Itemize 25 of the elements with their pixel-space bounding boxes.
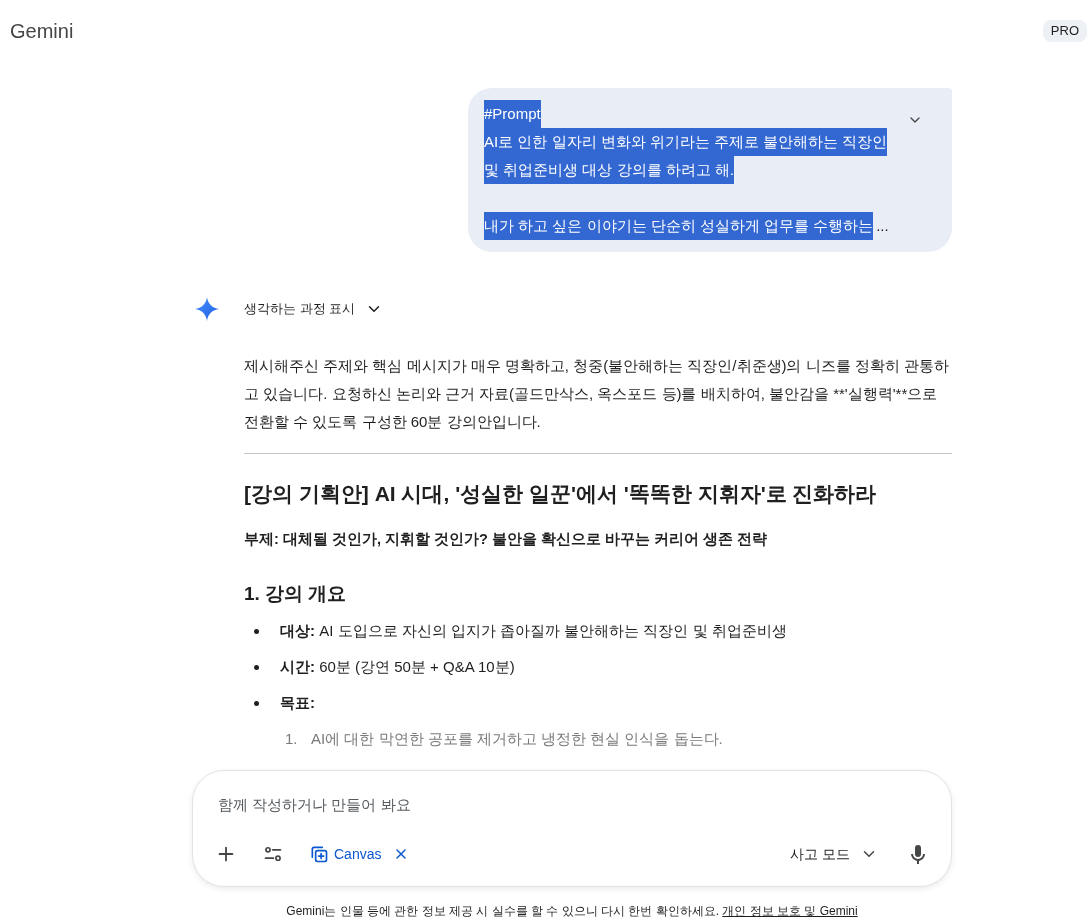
- prompt-input[interactable]: 함께 작성하거나 만들어 봐요: [218, 792, 926, 816]
- bullet-icon: [254, 628, 259, 634]
- section-heading: 1. 강의 개요: [244, 582, 348, 606]
- plan-badge[interactable]: PRO: [1042, 20, 1087, 42]
- tune-icon: [263, 844, 283, 864]
- thinking-toggle[interactable]: 생각하는 과정 표시: [244, 299, 384, 319]
- mode-selector[interactable]: 사고 모드: [780, 834, 888, 874]
- bullet-icon: [254, 664, 259, 670]
- list-item-text: 시간: 60분 (강연 50분 + Q&A 10분): [280, 657, 515, 677]
- list-number: 1.: [285, 729, 299, 749]
- disclaimer-text: Gemini는 인물 등에 관한 정보 제공 시 실수를 할 수 있으니 다시 한번 확인하세요. 개인 정보 보호 및 Gemini: [285, 903, 859, 919]
- sparkle-icon: [195, 297, 219, 321]
- list-item-text: AI에 대한 막연한 공포를 제거하고 냉정한 현실 인식을 돕는다.: [311, 729, 723, 749]
- intro-paragraph: 제시해주신 주제와 핵심 메시지가 매우 명확하고, 청중(불안해하는 직장인/취준생)의 니즈를 정확히 관통하고 있습니다. 요청하신 논리와 근거 자료(골드만삭스, 옥스포드 등)를 배치하여, 불안감을 **'실행력'**으로 전환할 수 있도록 구성한 60분 강의안입니다.: [244, 356, 950, 432]
- list-item-text: 목표:: [280, 693, 315, 713]
- ellipsis-text: ...: [876, 216, 889, 236]
- response-title: [강의 기획안] AI 시대, '성실한 일꾼'에서 '똑똑한 지휘자'로 진화하라: [244, 481, 878, 507]
- app-title: Gemini: [10, 19, 74, 44]
- bullet-icon: [254, 700, 259, 706]
- microphone-icon: [911, 844, 925, 864]
- response-subtitle: 부제: 대체될 것인가, 지휘할 것인가? 불안을 확신으로 바꾸는 커리어 생존 전략: [244, 530, 768, 549]
- list-item-text: 대상: AI 도입으로 자신의 입지가 좁아질까 불안해하는 직장인 및 취업준비생: [280, 621, 787, 641]
- canvas-chip[interactable]: Canvas: [309, 834, 382, 874]
- canvas-icon: [309, 844, 329, 864]
- privacy-link[interactable]: 개인 정보 보호 및 Gemini: [722, 904, 858, 918]
